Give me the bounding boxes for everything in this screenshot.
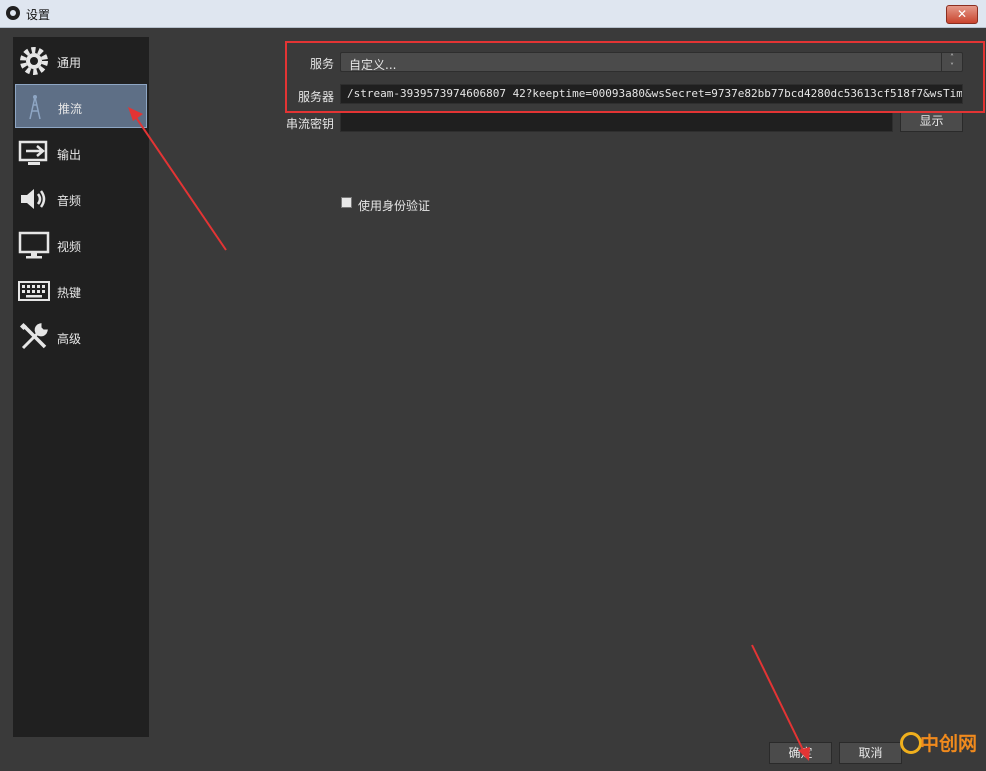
speaker-icon [21,189,46,209]
close-button[interactable]: ✕ [946,5,978,24]
sidebar-item-audio[interactable]: 音频 [15,177,147,221]
output-icon [18,140,48,165]
sidebar-item-label: 音频 [57,194,82,208]
watermark-logo: 中创网 [900,726,986,771]
sidebar-item-advanced[interactable]: 高级 [15,315,147,359]
keyboard-icon [18,281,50,301]
settings-window: 设置 ✕ 通用 推流 输出 音频 视频 热键 高级 服务 自定义... ˄ ˅ … [0,0,986,771]
sidebar-item-label: 输出 [57,148,82,162]
sidebar-item-video[interactable]: 视频 [15,223,147,267]
watermark-text: 中创网 [920,733,978,755]
cancel-button[interactable]: 取消 [839,742,902,764]
annotation-highlight-box [285,41,985,113]
obs-logo-icon [6,6,20,20]
title-bar: 设置 ✕ [0,0,986,28]
sidebar-item-stream[interactable]: 推流 [15,84,147,128]
sidebar-item-output[interactable]: 输出 [15,131,147,175]
sidebar-item-hotkeys[interactable]: 热键 [15,269,147,313]
tools-icon [19,322,48,350]
gear-icon [20,47,48,75]
sidebar-item-label: 视频 [57,240,82,254]
use-auth-label: 使用身份验证 [358,199,431,213]
monitor-icon [18,231,50,259]
broadcast-tower-icon [29,95,41,120]
sidebar-item-label: 热键 [57,286,82,300]
sidebar-item-label: 高级 [57,332,82,346]
show-key-button[interactable]: 显示 [900,111,963,132]
stream-key-input[interactable] [340,112,893,132]
window-title: 设置 [26,8,51,22]
settings-sidebar: 通用 推流 输出 音频 视频 热键 高级 [13,37,149,737]
sidebar-item-label: 通用 [57,56,82,70]
stream-key-label: 串流密钥 [286,117,335,131]
ok-button[interactable]: 确定 [769,742,832,764]
watermark-film-icon [900,732,922,754]
annotation-arrow-line [751,644,805,753]
sidebar-item-label: 推流 [58,102,83,116]
sidebar-item-general[interactable]: 通用 [15,39,147,83]
use-auth-checkbox[interactable] [341,197,352,208]
